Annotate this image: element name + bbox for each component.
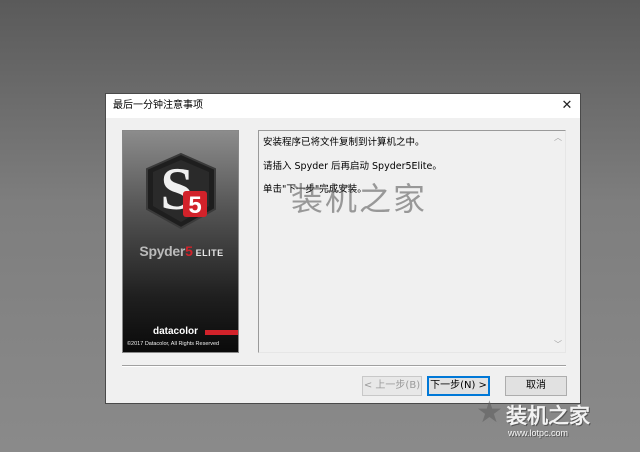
logo-number: 5 bbox=[188, 192, 201, 219]
close-icon[interactable]: ✕ bbox=[556, 94, 578, 118]
corner-watermark-text: 装机之家 bbox=[506, 404, 590, 428]
spyder5-elite-banner: S 5 Spyder5 ELITE datacolor ©2017 Datacol… bbox=[122, 130, 239, 353]
next-button[interactable]: 下一步(N) > bbox=[427, 376, 490, 396]
product-edition: ELITE bbox=[195, 248, 224, 258]
message-line-2: 请插入 Spyder 后再启动 Spyder5Elite。 bbox=[263, 161, 442, 172]
message-panel[interactable]: 安装程序已将文件复制到计算机之中。 请插入 Spyder 后再启动 Spyder… bbox=[258, 130, 566, 353]
message-line-3: 单击"下一步"完成安装。 bbox=[263, 184, 367, 195]
vertical-scrollbar[interactable]: ︿ ﹀ bbox=[551, 131, 565, 352]
spyder-logo-icon: S 5 bbox=[146, 152, 216, 230]
star-icon: ★ bbox=[476, 395, 503, 430]
datacolor-brand: datacolor bbox=[153, 326, 238, 337]
corner-watermark-url: www.lotpc.com bbox=[508, 428, 569, 438]
dialog-title: 最后一分钟注意事项 bbox=[113, 100, 203, 111]
dialog-titlebar: 最后一分钟注意事项 ✕ bbox=[106, 94, 580, 118]
brand-red-bar bbox=[205, 330, 238, 335]
product-name: Spyder bbox=[139, 243, 186, 259]
install-dialog: 最后一分钟注意事项 ✕ S 5 Spyder5 ELITE datacolor ©… bbox=[105, 93, 581, 404]
product-wordmark: Spyder5 ELITE bbox=[123, 243, 238, 259]
cancel-button[interactable]: 取消 bbox=[505, 376, 567, 396]
copyright-text: ©2017 Datacolor, All Rights Reserved bbox=[127, 341, 220, 347]
back-button[interactable]: < 上一步(B) bbox=[362, 376, 422, 396]
brand-name: datacolor bbox=[153, 326, 199, 337]
message-line-1: 安装程序已将文件复制到计算机之中。 bbox=[263, 137, 425, 148]
scroll-up-icon[interactable]: ︿ bbox=[551, 131, 565, 145]
product-number: 5 bbox=[185, 243, 193, 259]
button-divider bbox=[122, 365, 566, 367]
corner-watermark-logo: ★ 装机之家 www.lotpc.com bbox=[476, 398, 636, 448]
scroll-down-icon[interactable]: ﹀ bbox=[551, 338, 565, 352]
